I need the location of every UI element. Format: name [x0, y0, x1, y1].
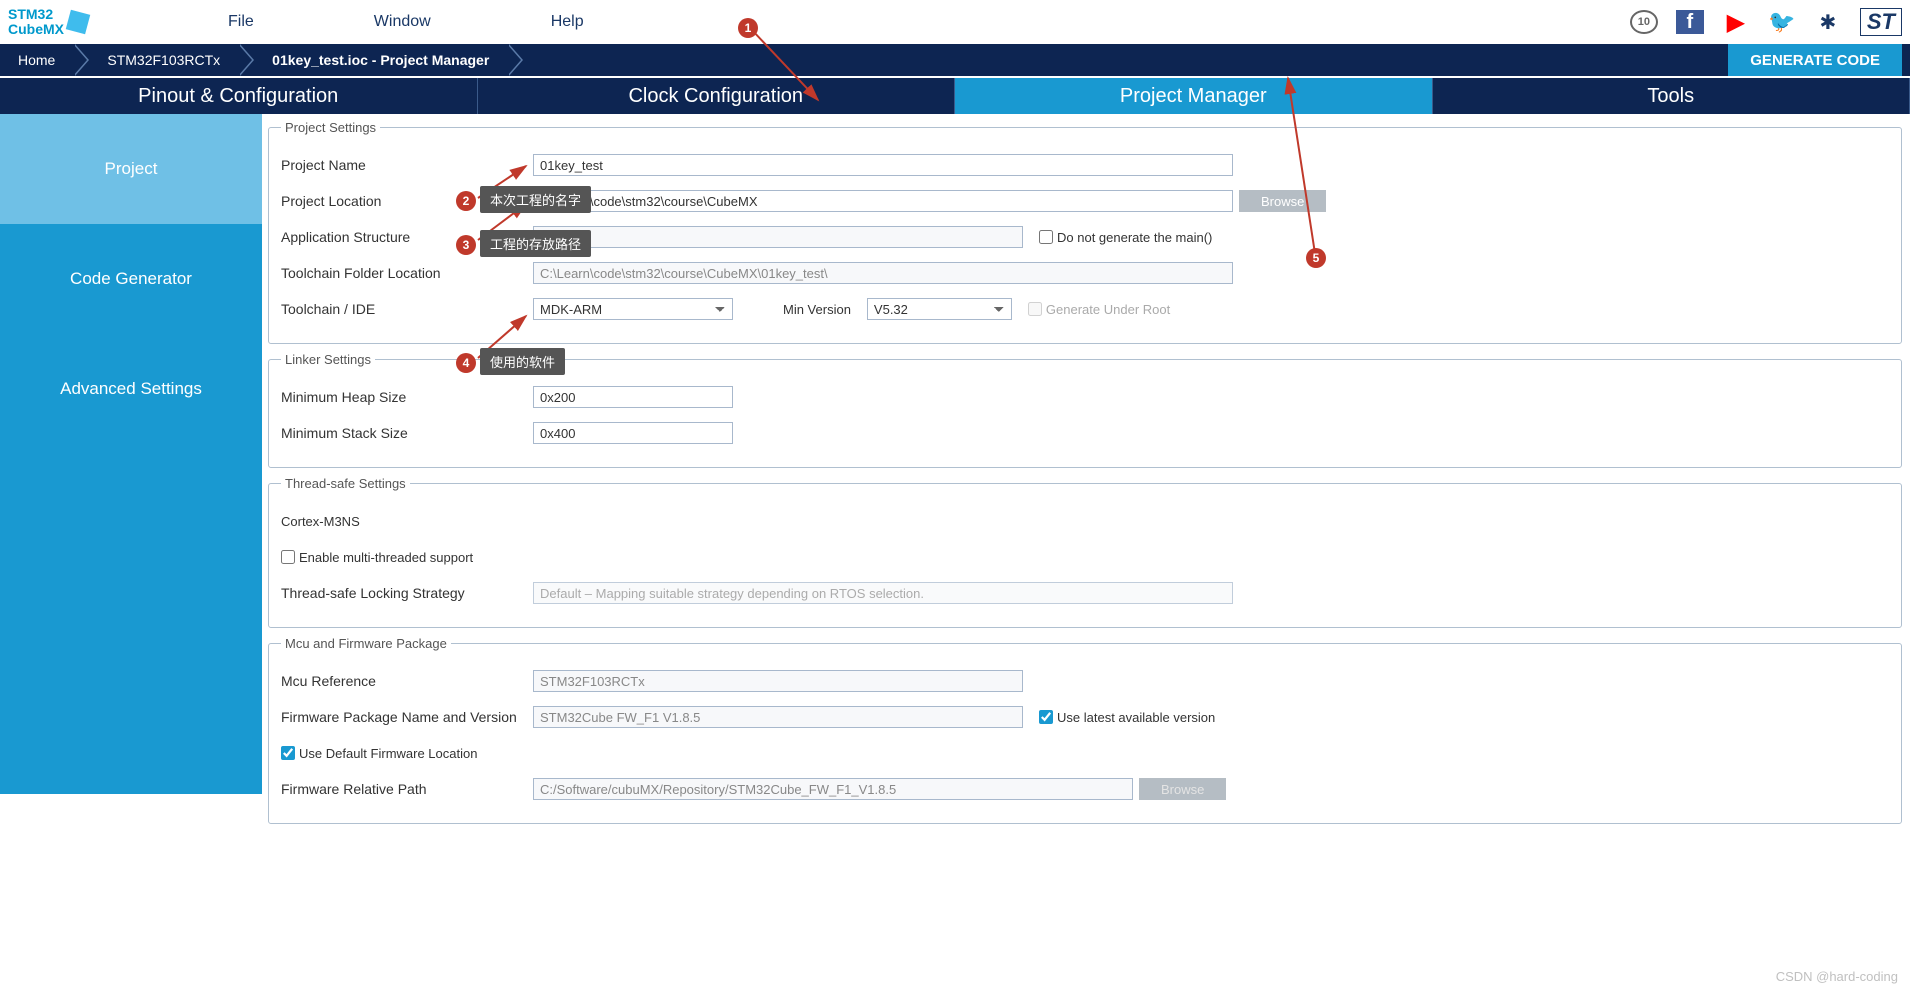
twitter-icon[interactable]: 🐦 — [1768, 10, 1796, 34]
watermark: CSDN @hard-coding — [1776, 969, 1898, 984]
min-version-label: Min Version — [783, 302, 851, 317]
browse-fw-button: Browse — [1139, 778, 1226, 800]
annot-4: 4使用的软件 — [456, 348, 565, 375]
firmware-legend: Mcu and Firmware Package — [281, 636, 451, 651]
tab-clock[interactable]: Clock Configuration — [478, 78, 956, 114]
generate-code-button[interactable]: GENERATE CODE — [1728, 44, 1902, 76]
tab-project-manager[interactable]: Project Manager — [955, 78, 1433, 114]
heap-input[interactable] — [533, 386, 733, 408]
use-latest-checkbox[interactable]: Use latest available version — [1039, 710, 1215, 725]
app-logo: STM32 CubeMX — [8, 7, 88, 38]
fw-pkg-select[interactable]: STM32Cube FW_F1 V1.8.5 — [533, 706, 1023, 728]
toolchain-ide-label: Toolchain / IDE — [281, 301, 533, 317]
heap-label: Minimum Heap Size — [281, 389, 533, 405]
tab-tools[interactable]: Tools — [1433, 78, 1910, 114]
project-name-label: Project Name — [281, 157, 533, 173]
sidebar-advanced[interactable]: Advanced Settings — [0, 334, 262, 444]
cube-icon — [66, 10, 90, 34]
breadcrumb-bar: Home STM32F103RCTx 01key_test.ioc - Proj… — [0, 44, 1910, 76]
annot-2: 2本次工程的名字 — [456, 186, 591, 213]
annot-3: 3工程的存放路径 — [456, 230, 591, 257]
fw-relpath-label: Firmware Relative Path — [281, 781, 533, 797]
top-menu-bar: STM32 CubeMX File Window Help 10 f ▶ 🐦 ✱… — [0, 0, 1910, 44]
use-default-fw-checkbox[interactable]: Use Default Firmware Location — [281, 746, 477, 761]
project-location-input[interactable] — [533, 190, 1233, 212]
main-menu: File Window Help — [228, 13, 584, 31]
linker-legend: Linker Settings — [281, 352, 375, 367]
logo-line1: STM32 — [8, 7, 64, 22]
share-icon[interactable]: ✱ — [1814, 10, 1842, 34]
main-tabs: Pinout & Configuration Clock Configurati… — [0, 78, 1910, 114]
thread-strategy-select: Default – Mapping suitable strategy depe… — [533, 582, 1233, 604]
browse-location-button[interactable]: Browse — [1239, 190, 1326, 212]
sidebar-project[interactable]: Project — [0, 114, 262, 224]
logo-line2: CubeMX — [8, 22, 64, 37]
project-settings-legend: Project Settings — [281, 120, 380, 135]
social-icons: 10 f ▶ 🐦 ✱ ST — [1630, 8, 1902, 36]
annot-5: 5 — [1306, 248, 1326, 268]
main-area: Project Code Generator Advanced Settings… — [0, 114, 1910, 794]
toolchain-folder-input — [533, 262, 1233, 284]
menu-file[interactable]: File — [228, 13, 254, 31]
facebook-icon[interactable]: f — [1676, 10, 1704, 34]
sidebar-codegen[interactable]: Code Generator — [0, 224, 262, 334]
menu-help[interactable]: Help — [551, 13, 584, 31]
thread-strategy-label: Thread-safe Locking Strategy — [281, 585, 533, 601]
fw-relpath-input — [533, 778, 1133, 800]
firmware-group: Mcu and Firmware Package Mcu Reference F… — [268, 636, 1902, 824]
tab-pinout[interactable]: Pinout & Configuration — [0, 78, 478, 114]
sidebar-blank — [0, 444, 262, 794]
pm-sidebar: Project Code Generator Advanced Settings — [0, 114, 262, 794]
crumb-home[interactable]: Home — [0, 44, 73, 76]
mcu-ref-label: Mcu Reference — [281, 673, 533, 689]
st-logo[interactable]: ST — [1860, 8, 1902, 36]
crumb-project[interactable]: 01key_test.ioc - Project Manager — [254, 44, 507, 76]
enable-multithread-checkbox[interactable]: Enable multi-threaded support — [281, 550, 473, 565]
content-panel: Project Settings Project Name Project Lo… — [262, 114, 1910, 794]
crumb-chip[interactable]: STM32F103RCTx — [89, 44, 238, 76]
toolchain-ide-select[interactable]: MDK-ARM — [533, 298, 733, 320]
youtube-icon[interactable]: ▶ — [1722, 10, 1750, 34]
no-main-checkbox[interactable]: Do not generate the main() — [1039, 230, 1212, 245]
menu-window[interactable]: Window — [374, 13, 431, 31]
stack-label: Minimum Stack Size — [281, 425, 533, 441]
project-name-input[interactable] — [533, 154, 1233, 176]
fw-pkg-label: Firmware Package Name and Version — [281, 709, 533, 725]
thread-core-text: Cortex-M3NS — [281, 514, 360, 529]
annot-1: 1 — [738, 18, 758, 38]
mcu-ref-input — [533, 670, 1023, 692]
thread-legend: Thread-safe Settings — [281, 476, 410, 491]
min-version-select[interactable]: V5.32 — [867, 298, 1012, 320]
badge-icon[interactable]: 10 — [1630, 10, 1658, 34]
gen-under-root-checkbox: Generate Under Root — [1028, 302, 1170, 317]
thread-safe-group: Thread-safe Settings Cortex-M3NS Enable … — [268, 476, 1902, 628]
toolchain-folder-label: Toolchain Folder Location — [281, 265, 533, 281]
stack-input[interactable] — [533, 422, 733, 444]
app-structure-select[interactable]: Basic — [533, 226, 1023, 248]
